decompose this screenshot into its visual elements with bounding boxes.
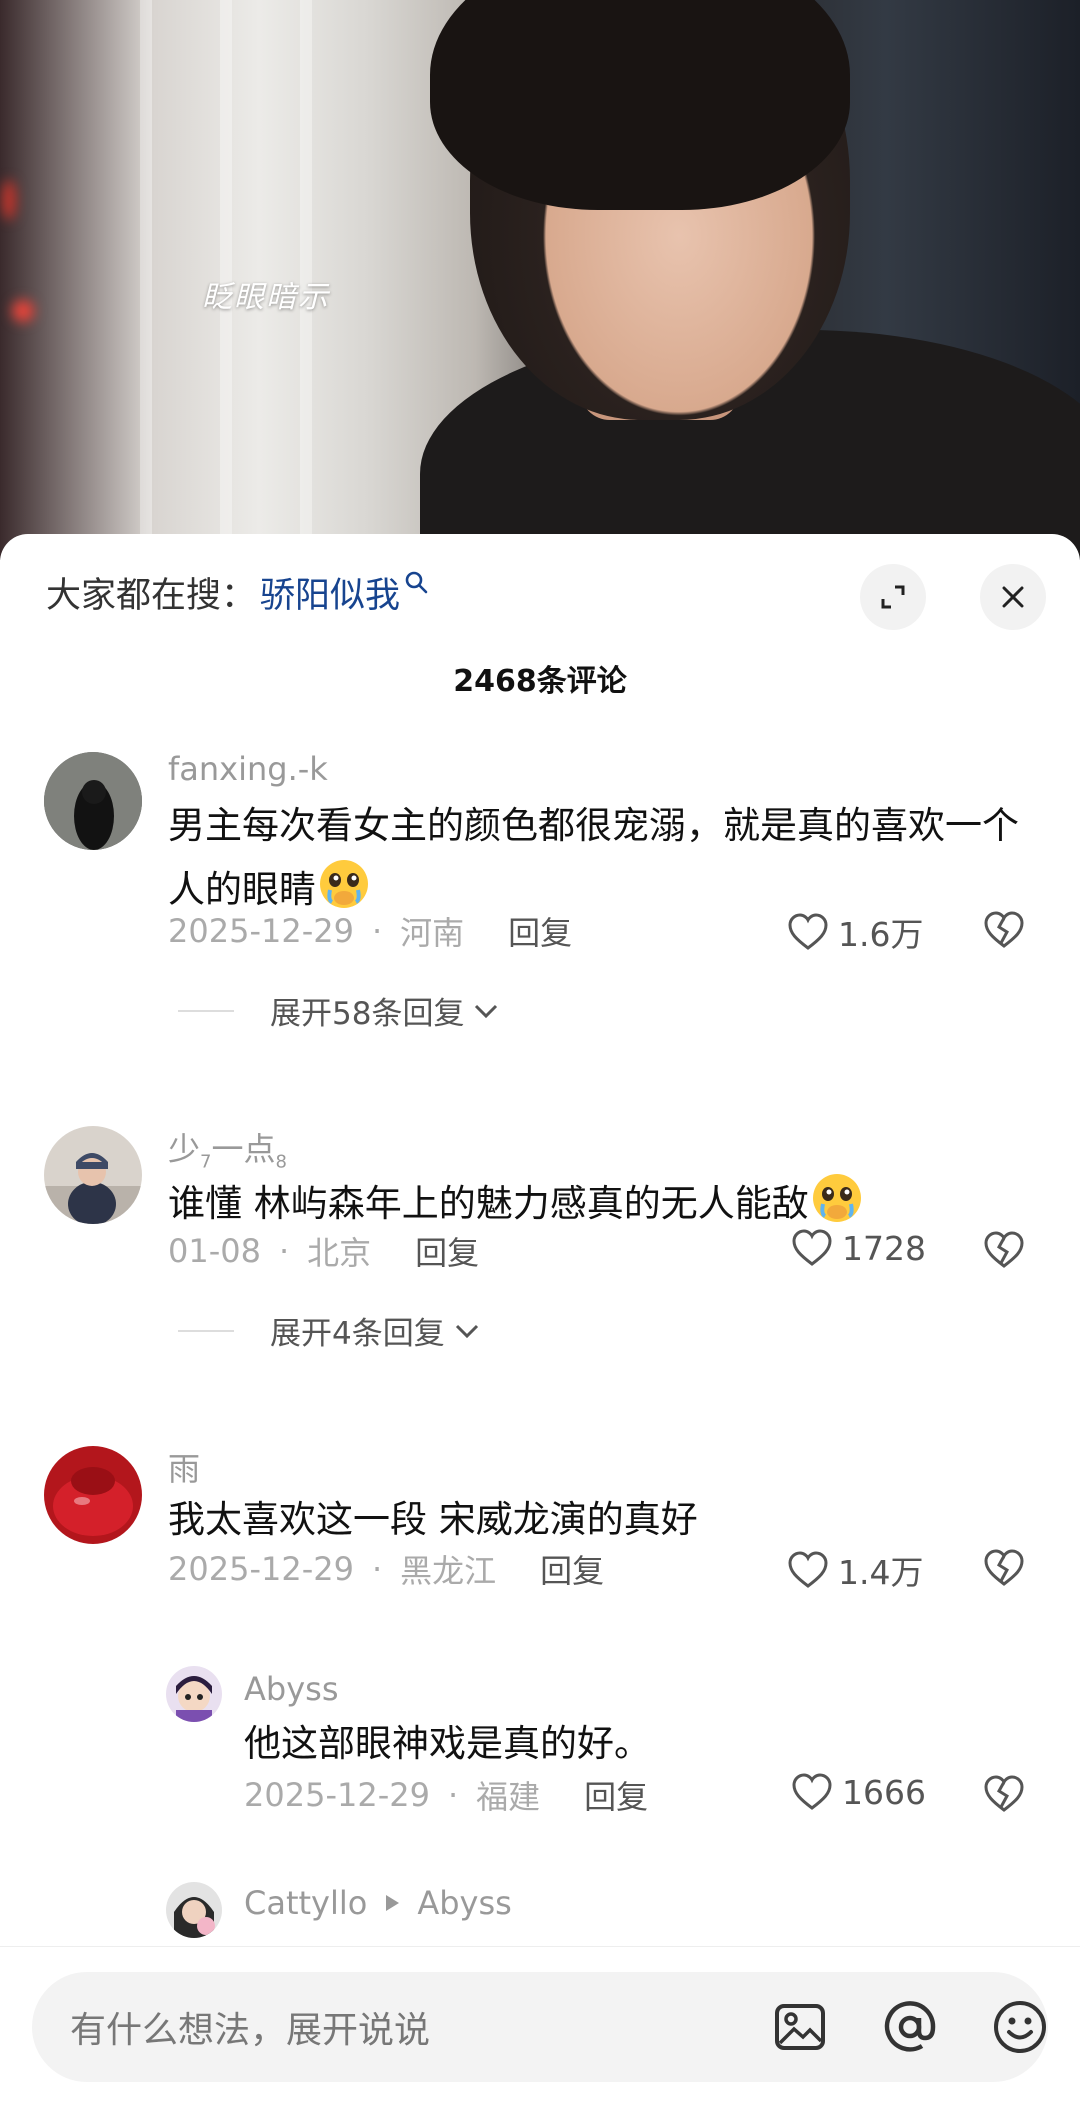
emoji-button[interactable] — [992, 1999, 1048, 2055]
pleading-face-emoji-icon — [812, 1174, 861, 1222]
search-suggestion-prefix: 大家都在搜： — [46, 575, 257, 616]
heart-icon — [788, 913, 828, 950]
comments-sheet: 大家都在搜： 骄阳似我 2468条评论 fanxing.-k 男主每次看女主的颜… — [0, 534, 1080, 2103]
meta-separator: · — [371, 1550, 383, 1588]
mention-button[interactable] — [882, 1999, 938, 2055]
comment-location: 河南 — [400, 914, 465, 952]
reply-button[interactable]: 回复 — [540, 1546, 604, 1592]
like-count: 1666 — [842, 1772, 926, 1812]
heart-icon — [788, 1551, 828, 1588]
image-icon — [775, 2004, 825, 2050]
smiley-face-icon — [994, 2001, 1046, 2053]
reply-username[interactable]: Abyss — [244, 1670, 338, 1708]
avatar[interactable] — [44, 1446, 142, 1544]
dislike-broken-heart-icon[interactable] — [982, 1774, 1026, 1814]
reply-text: 他这部眼神戏是真的好。 — [244, 1722, 651, 1765]
at-mention-icon — [884, 2001, 936, 2052]
expand-replies-button[interactable]: 展开4条回复 — [178, 1308, 481, 1353]
person-hair — [430, 0, 850, 210]
reply-button[interactable]: 回复 — [508, 908, 572, 954]
reply-button[interactable]: 回复 — [415, 1228, 479, 1274]
search-icon — [405, 571, 428, 594]
comment-text: 我太喜欢这一段 宋威龙演的真好 — [168, 1498, 698, 1541]
reply-button[interactable]: 回复 — [584, 1772, 648, 1818]
divider-line — [178, 1329, 234, 1332]
like-count: 1.6万 — [838, 915, 924, 954]
comment-meta: 01-08 · 北京 回复 — [168, 1228, 479, 1274]
comment-date: 01-08 — [168, 1232, 261, 1270]
comment-location: 黑龙江 — [400, 1552, 497, 1590]
comment-text-content: 谁懂 林屿森年上的魅力感真的无人能敌 — [168, 1182, 809, 1225]
comment-location: 北京 — [307, 1234, 372, 1272]
bokeh-light — [2, 180, 16, 220]
reply-date: 2025-12-29 — [244, 1776, 430, 1814]
pleading-face-emoji-icon — [320, 860, 368, 908]
comment-date: 2025-12-29 — [168, 1550, 354, 1588]
comment-text: 谁懂 林屿森年上的魅力感真的无人能敌 — [168, 1170, 1048, 1234]
reply-location: 福建 — [476, 1778, 541, 1816]
avatar[interactable] — [44, 752, 142, 850]
avatar[interactable] — [166, 1882, 222, 1938]
expand-replies-label: 展开58条回复 — [270, 996, 465, 1032]
comment-input-placeholder[interactable]: 有什么想法，展开说说 — [70, 2001, 430, 2053]
comment-count-title: 2468条评论 — [453, 664, 627, 699]
dislike-broken-heart-icon[interactable] — [982, 1230, 1026, 1270]
avatar[interactable] — [166, 1666, 222, 1722]
video-player[interactable]: 眨眼暗示 — [0, 0, 1080, 560]
comment-text: 男主每次看女主的颜色都很宠溺，就是真的喜欢一个人的眼睛 — [168, 796, 1048, 920]
search-suggestion-term[interactable]: 骄阳似我 — [260, 567, 400, 618]
like-button[interactable]: 1728 — [790, 1228, 926, 1268]
reply-username-line: Cattyllo Abyss — [244, 1884, 512, 1922]
divider-line — [0, 1946, 1080, 1947]
comment-input-bar[interactable]: 有什么想法，展开说说 — [32, 1972, 1048, 2082]
video-caption: 眨眼暗示 — [202, 280, 330, 315]
expand-replies-label: 展开4条回复 — [270, 1316, 445, 1352]
meta-separator: · — [447, 1776, 459, 1814]
heart-icon — [792, 1773, 832, 1810]
comment-meta: 2025-12-29 · 黑龙江 回复 — [168, 1546, 604, 1592]
reply-username[interactable]: Cattyllo — [244, 1884, 367, 1922]
chevron-down-icon — [455, 1324, 478, 1338]
reply-meta: 2025-12-29 · 福建 回复 — [244, 1772, 648, 1818]
image-button[interactable] — [772, 1999, 828, 2055]
expand-icon — [881, 585, 905, 609]
bokeh-light — [12, 300, 34, 322]
comment-username[interactable]: fanxing.-k — [168, 750, 328, 788]
comment-username[interactable]: 雨 — [168, 1444, 200, 1490]
close-button[interactable] — [980, 564, 1046, 630]
dislike-broken-heart-icon[interactable] — [982, 910, 1026, 950]
username-part: 少 — [168, 1130, 201, 1168]
chevron-down-icon — [475, 1004, 498, 1018]
heart-icon — [792, 1229, 832, 1266]
like-count: 1.4万 — [838, 1553, 924, 1592]
divider-line — [178, 1009, 234, 1012]
comment-username[interactable]: 少7一点8 — [168, 1124, 287, 1172]
comment-date: 2025-12-29 — [168, 912, 354, 950]
reply-to-username[interactable]: Abyss — [417, 1884, 511, 1922]
meta-separator: · — [278, 1232, 290, 1270]
dislike-broken-heart-icon[interactable] — [982, 1548, 1026, 1588]
username-part: 一点 — [211, 1130, 276, 1168]
expand-replies-button[interactable]: 展开58条回复 — [178, 988, 500, 1033]
like-count: 1728 — [842, 1228, 926, 1268]
comment-text-content: 男主每次看女主的颜色都很宠溺，就是真的喜欢一个人的眼睛 — [168, 804, 1019, 911]
meta-separator: · — [371, 912, 383, 950]
fullscreen-button[interactable] — [860, 564, 926, 630]
like-button[interactable]: 1666 — [790, 1772, 926, 1812]
avatar[interactable] — [44, 1126, 142, 1224]
like-button[interactable]: 1.4万 — [786, 1546, 923, 1594]
caret-right-icon — [386, 1895, 400, 1911]
search-suggestion[interactable]: 大家都在搜： 骄阳似我 — [46, 564, 430, 620]
like-button[interactable]: 1.6万 — [786, 908, 923, 956]
close-icon — [1002, 586, 1024, 608]
curtain-fold — [140, 0, 152, 560]
comment-meta: 2025-12-29 · 河南 回复 — [168, 908, 572, 954]
